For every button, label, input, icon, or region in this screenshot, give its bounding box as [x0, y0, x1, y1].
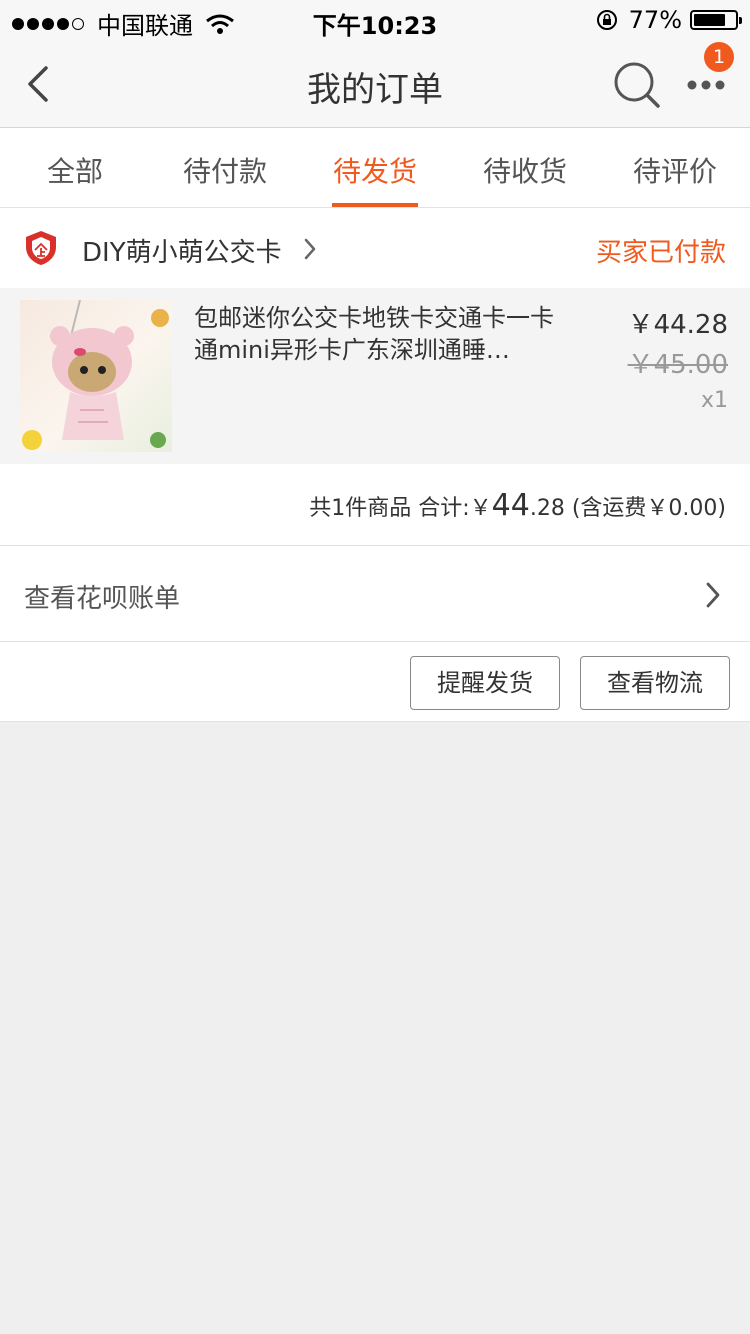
- order-item[interactable]: 包邮迷你公交卡地铁卡交通卡一卡通mini异形卡广东深圳通睡… ￥44.28 ￥4…: [0, 288, 750, 464]
- order-status: 买家已付款: [595, 238, 726, 268]
- summary-currency: ￥: [469, 496, 492, 521]
- tab-all[interactable]: 全部: [0, 128, 150, 207]
- product-original-price: ￥45.00: [627, 350, 728, 380]
- summary-total-decimal: .28: [529, 496, 565, 521]
- tab-pending-payment[interactable]: 待付款: [150, 128, 300, 207]
- status-right: 77%: [595, 6, 742, 34]
- order-tabs: 全部 待付款 待发货 待收货 待评价: [0, 128, 750, 208]
- huabei-bill-row[interactable]: 查看花呗账单: [0, 546, 750, 642]
- rotation-lock-icon: [596, 10, 617, 30]
- search-icon[interactable]: [612, 60, 662, 110]
- product-title[interactable]: 包邮迷你公交卡地铁卡交通卡一卡通mini异形卡广东深圳通睡…: [194, 302, 574, 366]
- battery-fill: [694, 14, 725, 26]
- summary-count: 共1件商品 合计:: [309, 496, 470, 521]
- summary-shipping: (含运费￥0.00): [564, 496, 726, 521]
- battery-icon: [690, 10, 742, 30]
- product-image: [20, 300, 172, 452]
- chevron-right-icon: [304, 238, 316, 260]
- remind-shipment-button[interactable]: 提醒发货: [410, 656, 560, 710]
- tab-pending-review[interactable]: 待评价: [600, 128, 750, 207]
- order-summary: 共1件商品 合计:￥44.28 (含运费￥0.00): [0, 464, 750, 546]
- shop-header[interactable]: DIY萌小萌公交卡 买家已付款: [0, 208, 750, 288]
- tab-pending-receipt[interactable]: 待收货: [450, 128, 600, 207]
- status-bar: 中国联通 下午10:23 77%: [0, 0, 750, 40]
- battery-percent: 77%: [628, 6, 682, 34]
- notification-badge: 1: [704, 42, 734, 72]
- shop-name[interactable]: DIY萌小萌公交卡: [82, 232, 282, 269]
- chevron-right-icon: [706, 582, 720, 608]
- summary-text: 共1件商品 合计:￥44.28 (含运费￥0.00): [309, 488, 726, 523]
- tab-pending-shipment[interactable]: 待发货: [300, 128, 450, 207]
- order-actions: 提醒发货 查看物流: [0, 642, 750, 722]
- summary-total-integer: 44: [491, 488, 530, 523]
- view-logistics-button[interactable]: 查看物流: [580, 656, 730, 710]
- product-quantity: x1: [700, 388, 728, 413]
- nav-bar: 我的订单: [0, 40, 750, 128]
- enterprise-shop-icon: [26, 231, 56, 265]
- product-illustration: [22, 300, 169, 450]
- product-price: ￥44.28: [627, 310, 728, 340]
- huabei-bill-label: 查看花呗账单: [24, 584, 181, 614]
